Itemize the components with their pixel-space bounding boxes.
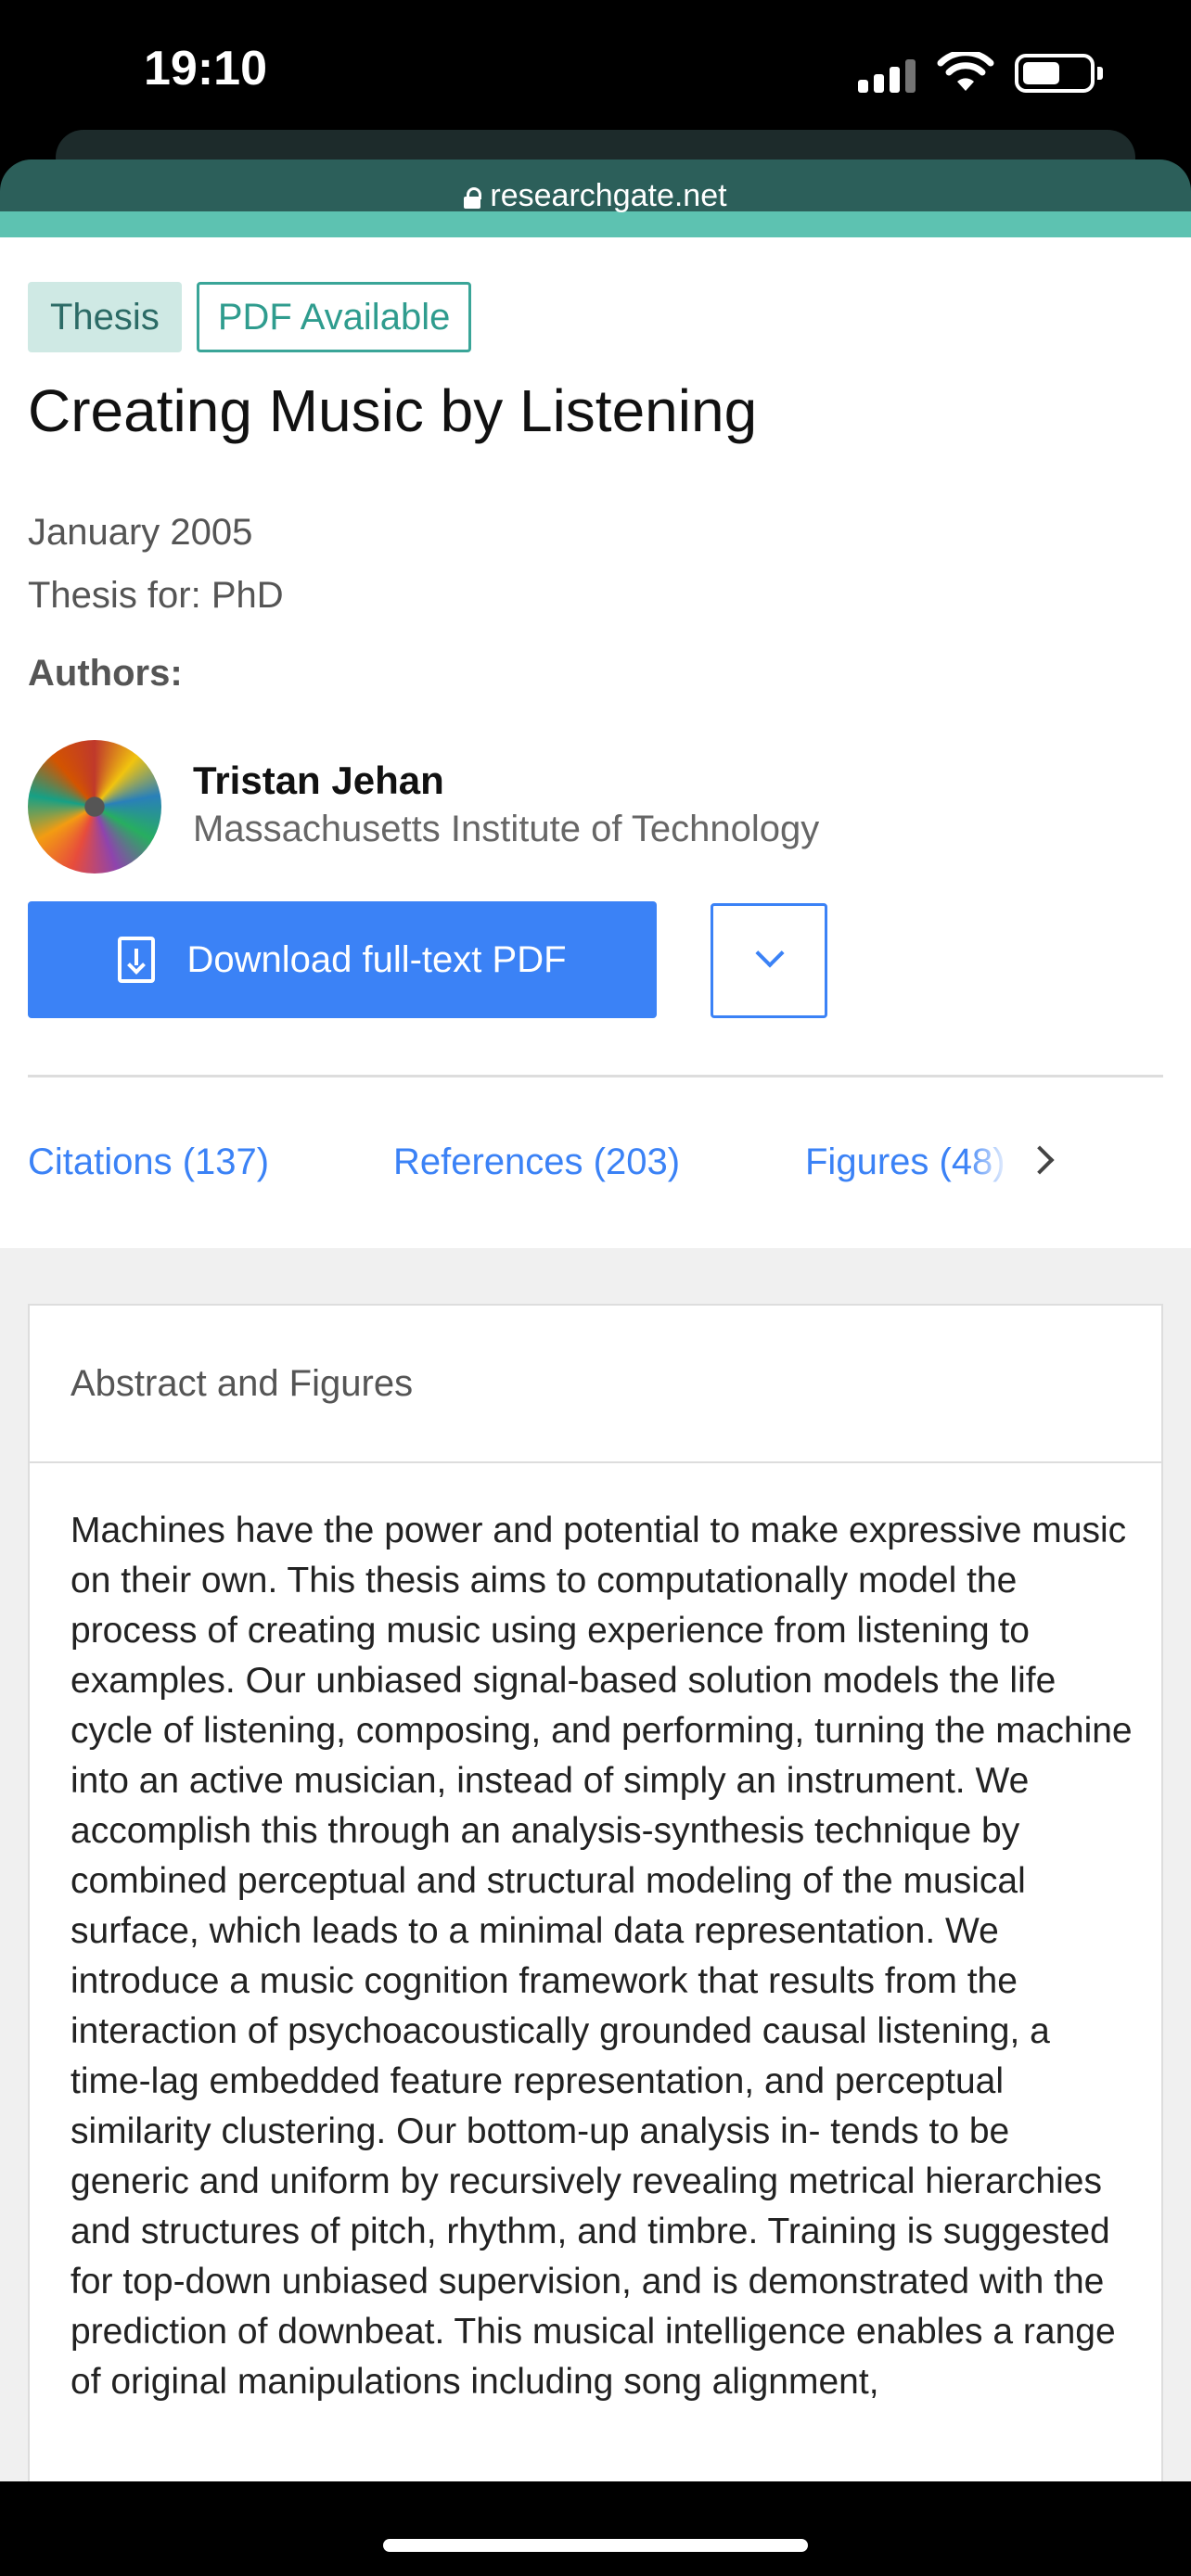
url-text: researchgate.net [490, 178, 727, 213]
battery-icon [1015, 54, 1095, 93]
author-institution[interactable]: Massachusetts Institute of Technology [193, 809, 819, 850]
tab-citations[interactable]: Citations (137) [28, 1141, 269, 1183]
more-options-button[interactable] [711, 903, 827, 1018]
divider [28, 1075, 1163, 1078]
publication-date: January 2005 [28, 512, 253, 553]
chevron-right-icon[interactable] [1025, 1145, 1055, 1175]
badges: Thesis PDF Available [28, 282, 472, 352]
abstract-card: Abstract and Figures Machines have the p… [28, 1304, 1163, 2481]
chevron-down-icon [755, 938, 785, 968]
battery-cap [1097, 67, 1103, 80]
page-title: Creating Music by Listening [28, 377, 758, 444]
thesis-badge: Thesis [28, 282, 182, 352]
bottom-bar [0, 2481, 1191, 2576]
url-bar-accent [0, 211, 1191, 237]
home-indicator[interactable] [383, 2539, 808, 2552]
tab-references[interactable]: References (203) [393, 1141, 680, 1183]
lock-icon [464, 187, 482, 209]
download-pdf-button[interactable]: Download full-text PDF [28, 901, 657, 1018]
avatar[interactable] [28, 740, 161, 874]
download-pdf-label: Download full-text PDF [186, 938, 567, 980]
file-download-icon [118, 937, 156, 983]
status-time: 19:10 [144, 42, 267, 96]
thesis-degree: Thesis for: PhD [28, 575, 284, 616]
author-name[interactable]: Tristan Jehan [193, 759, 444, 803]
signal-icon [858, 57, 917, 93]
pdf-available-badge: PDF Available [196, 282, 472, 352]
status-bar: 19:10 [0, 0, 1191, 139]
wifi-icon [937, 52, 994, 91]
battery-level [1023, 62, 1059, 84]
url-display[interactable]: researchgate.net [0, 178, 1191, 214]
abstract-card-header: Abstract and Figures [30, 1306, 1161, 1463]
page-content: Thesis PDF Available Creating Music by L… [0, 237, 1191, 2481]
abstract-card-title: Abstract and Figures [70, 1363, 414, 1404]
authors-label: Authors: [28, 653, 183, 694]
abstract-text: Machines have the power and potential to… [70, 1511, 1133, 2402]
tab-fade [965, 1123, 1011, 1197]
